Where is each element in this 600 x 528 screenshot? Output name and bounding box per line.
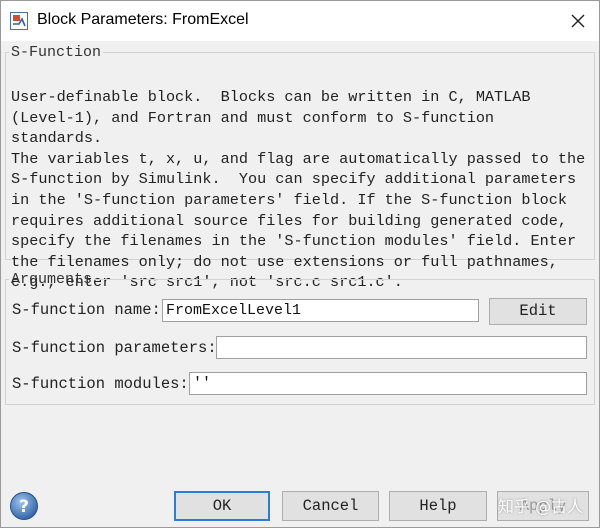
sfunction-modules-label: S-function modules:	[12, 375, 189, 393]
sfunction-name-input[interactable]: FromExcelLevel1	[162, 299, 479, 322]
help-button[interactable]: Help	[389, 491, 487, 521]
help-icon[interactable]: ?	[9, 491, 39, 521]
sfunction-description: User-definable block. Blocks can be writ…	[11, 88, 586, 292]
arguments-group-legend: Arguments	[11, 271, 93, 288]
sfunction-parameters-label: S-function parameters:	[12, 339, 217, 357]
svg-text:?: ?	[19, 497, 29, 517]
watermark: 知乎 @古人	[498, 497, 584, 516]
simulink-block-icon	[10, 12, 28, 30]
ok-button[interactable]: OK	[174, 491, 270, 521]
sfunction-group: S-Function User-definable block. Blocks …	[5, 44, 595, 291]
sfunction-modules-input[interactable]: ''	[189, 372, 587, 395]
cancel-button[interactable]: Cancel	[282, 491, 379, 521]
window-title: Block Parameters: FromExcel	[37, 11, 249, 28]
edit-button[interactable]: Edit	[489, 298, 587, 325]
block-parameters-dialog: Block Parameters: FromExcel S-Function U…	[0, 0, 600, 528]
sfunction-name-label: S-function name:	[12, 301, 161, 319]
sfunction-parameters-input[interactable]	[216, 336, 587, 359]
close-icon[interactable]	[567, 10, 589, 32]
sfunction-group-legend: S-Function	[11, 44, 102, 61]
title-bar: Block Parameters: FromExcel	[1, 1, 599, 41]
